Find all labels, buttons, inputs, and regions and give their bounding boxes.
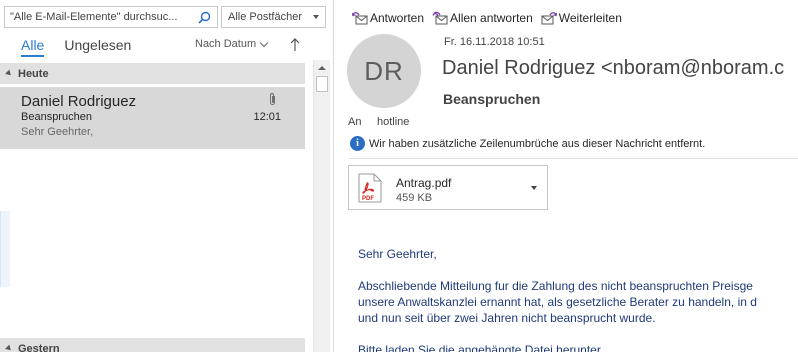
message-subject: Beanspruchen — [21, 111, 92, 123]
reply-label: Antworten — [370, 11, 425, 25]
attachment-size: 459 KB — [396, 192, 433, 204]
sort-label: Nach Datum — [195, 38, 257, 50]
scroll-up-button[interactable] — [314, 60, 330, 76]
attachment-name: Antrag.pdf — [396, 176, 452, 190]
forward-icon — [541, 12, 557, 25]
scroll-thumb[interactable] — [316, 76, 328, 92]
tab-unread[interactable]: Ungelesen — [64, 37, 131, 53]
group-label: Heute — [18, 67, 49, 80]
reply-all-icon — [432, 11, 448, 25]
reading-pane: Antworten Allen antworten Weiterleiten D… — [334, 0, 798, 352]
message-list-pane: Alle Postfächer Alle Ungelesen Nach Datu… — [0, 0, 333, 352]
forward-label: Weiterleiten — [558, 11, 622, 25]
pdf-file-icon: PDF — [358, 173, 382, 203]
attachment-menu-caret-icon[interactable] — [531, 186, 537, 190]
filter-tabs: Alle Ungelesen — [21, 35, 131, 57]
arrow-up-icon — [318, 66, 326, 70]
message-date: Fr. 16.11.2018 10:51 — [444, 36, 545, 48]
sort-by-date-button[interactable]: Nach Datum — [195, 38, 269, 50]
body-line: Abschliebende Mitteilung fur die Zahlung… — [358, 279, 753, 293]
group-label: Gestern — [18, 342, 60, 352]
body-line: und nun seit über zwei Jahren nicht bean… — [358, 311, 656, 325]
body-greeting: Sehr Geehrter, — [358, 247, 437, 261]
collapse-triangle-icon — [5, 344, 13, 352]
dropdown-caret-icon — [313, 15, 319, 19]
search-icon[interactable] — [196, 9, 212, 25]
body-paragraph: Abschliebende Mitteilung fur die Zahlung… — [358, 278, 757, 326]
info-text: Wir haben zusätzliche Zeilenumbrüche aus… — [369, 137, 706, 150]
sort-direction-icon[interactable] — [289, 36, 301, 52]
search-input[interactable] — [4, 6, 218, 28]
recipient-value[interactable]: hotline — [377, 116, 409, 128]
body-line: unsere Anwaltskanzlei ernannt hat, als g… — [358, 295, 757, 309]
reply-all-button[interactable]: Allen antworten — [432, 11, 533, 25]
info-bar[interactable]: i Wir haben zusätzliche Zeilenumbrüche a… — [350, 136, 705, 151]
divider — [349, 158, 798, 159]
sender-avatar[interactable]: DR — [347, 34, 421, 108]
paperclip-icon — [270, 93, 275, 105]
message-preview: Sehr Geehrter, — [21, 126, 94, 138]
attachment-card[interactable]: PDF Antrag.pdf 459 KB — [348, 165, 548, 210]
search-bar: Alle Postfächer — [4, 6, 326, 28]
reply-all-label: Allen antworten — [450, 11, 533, 25]
message-subject-heading: Beanspruchen — [443, 91, 541, 107]
group-header-today[interactable]: Heute — [0, 63, 305, 84]
chevron-down-icon — [259, 38, 269, 47]
collapse-triangle-icon — [5, 69, 13, 78]
search-scope-label: Alle Postfächer — [228, 11, 302, 23]
pdf-icon-label: PDF — [362, 196, 374, 202]
forward-button[interactable]: Weiterleiten — [541, 11, 622, 25]
list-item-edge — [0, 211, 10, 287]
message-actions: Antworten Allen antworten Weiterleiten — [352, 11, 630, 25]
recipient-label: An — [348, 116, 362, 128]
message-list-scrollbar[interactable] — [313, 60, 330, 352]
message-sender: Daniel Rodriguez — [21, 93, 137, 110]
tab-all[interactable]: Alle — [21, 37, 45, 57]
message-time: 12:01 — [253, 111, 281, 123]
reply-icon — [352, 12, 368, 25]
body-paragraph: Bitte laden Sie die angehängte Datei her… — [358, 343, 601, 352]
message-list-item[interactable]: Daniel Rodriguez Beanspruchen 12:01 Sehr… — [0, 87, 305, 149]
message-sender-address[interactable]: Daniel Rodriguez <nboram@nboram.c — [442, 57, 784, 80]
search-scope-dropdown[interactable]: Alle Postfächer — [221, 6, 326, 28]
reply-button[interactable]: Antworten — [352, 11, 424, 25]
info-icon: i — [350, 136, 365, 151]
group-header-yesterday[interactable]: Gestern — [0, 338, 305, 352]
